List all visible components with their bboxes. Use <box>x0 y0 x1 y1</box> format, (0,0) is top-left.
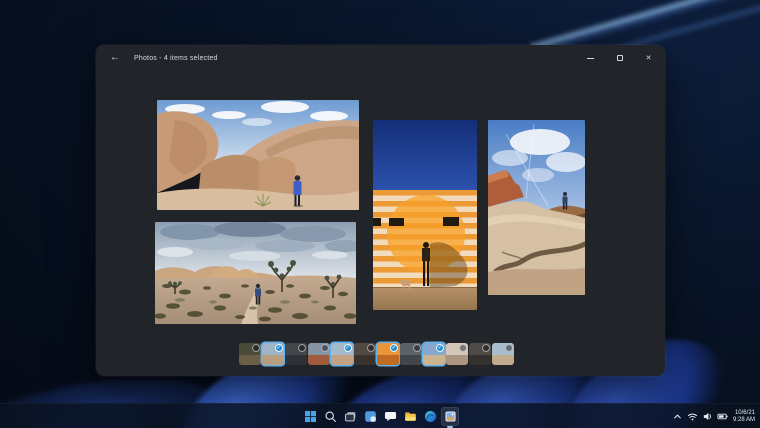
select-circle-icon[interactable] <box>298 344 306 352</box>
search-icon <box>324 410 337 423</box>
maximize-icon <box>617 55 623 61</box>
filmstrip-thumbnail-sky-and-sand[interactable] <box>492 343 514 365</box>
taskbar-widgets-button[interactable] <box>361 407 379 426</box>
taskbar-task-view-button[interactable] <box>341 407 359 426</box>
taskbar-start-button[interactable] <box>301 407 319 426</box>
select-circle-icon[interactable] <box>459 344 467 352</box>
select-circle-icon[interactable] <box>413 344 421 352</box>
chevron-up-icon <box>672 411 683 422</box>
taskbar-file-explorer-button[interactable] <box>401 407 419 426</box>
filmstrip-thumbnail-sandstone-wash[interactable]: ✓ <box>423 343 445 365</box>
maximize-button[interactable] <box>605 45 634 71</box>
minimize-icon <box>587 58 594 59</box>
sandstone-wash-image <box>488 120 585 295</box>
wifi-icon <box>687 411 698 422</box>
rock-formation-image <box>157 100 359 210</box>
selected-checkmark-icon[interactable]: ✓ <box>275 344 283 352</box>
filmstrip-thumbnail-dark-brown-rock[interactable] <box>354 343 376 365</box>
filmstrip-thumbnail-dark-grey-rock[interactable] <box>285 343 307 365</box>
filmstrip-thumbnail-orange-mural[interactable]: ✓ <box>377 343 399 365</box>
tray-battery-button[interactable] <box>717 407 728 426</box>
tray-wifi-button[interactable] <box>687 407 698 426</box>
select-circle-icon[interactable] <box>367 344 375 352</box>
file-explorer-icon <box>404 410 417 423</box>
taskbar-photos-button[interactable] <box>441 407 459 426</box>
tray-date: 10/6/21 <box>733 410 755 417</box>
filmstrip-thumbnail-grey-rock[interactable] <box>400 343 422 365</box>
close-icon: ✕ <box>646 55 652 62</box>
widgets-icon <box>364 410 377 423</box>
select-circle-icon[interactable] <box>482 344 490 352</box>
photo-orange-mural-wall[interactable] <box>373 120 477 310</box>
battery-icon <box>717 411 728 422</box>
taskbar-search-button[interactable] <box>321 407 339 426</box>
chat-icon <box>384 410 397 423</box>
tray-volume-button[interactable] <box>702 407 713 426</box>
back-button[interactable]: ← <box>103 48 127 68</box>
selected-checkmark-icon[interactable]: ✓ <box>390 344 398 352</box>
minimize-button[interactable] <box>576 45 605 71</box>
filmstrip: ✓ ✓ ✓ ✓ <box>239 341 514 367</box>
window-title: Photos - 4 items selected <box>134 55 218 62</box>
filmstrip-thumbnail-dark-rock[interactable] <box>469 343 491 365</box>
select-circle-icon[interactable] <box>505 344 513 352</box>
orange-mural-image <box>373 120 477 310</box>
joshua-desert-image <box>155 222 356 324</box>
task-view-icon <box>344 410 357 423</box>
close-button[interactable]: ✕ <box>634 45 663 71</box>
photo-joshua-tree-desert[interactable] <box>155 222 356 324</box>
taskbar-center <box>301 404 459 428</box>
tray-chevron-up-button[interactable] <box>672 407 683 426</box>
taskbar-clock[interactable]: 10/6/21 9:28 AM <box>732 410 756 424</box>
tray-time: 9:28 AM <box>733 417 755 424</box>
tray-icons <box>672 407 728 426</box>
desktop: ← Photos - 4 items selected ✕ <box>0 0 760 428</box>
filmstrip-thumbnail-joshua-tree-desert[interactable]: ✓ <box>331 343 353 365</box>
photos-app-window: ← Photos - 4 items selected ✕ <box>96 45 665 376</box>
photo-sandstone-wash-hiker[interactable] <box>488 120 585 295</box>
taskbar: 10/6/21 9:28 AM <box>0 403 760 428</box>
select-circle-icon[interactable] <box>321 344 329 352</box>
system-tray: 10/6/21 9:28 AM <box>672 404 756 428</box>
titlebar[interactable]: ← Photos - 4 items selected ✕ <box>96 45 665 71</box>
window-controls: ✕ <box>576 45 663 71</box>
volume-icon <box>702 411 713 422</box>
taskbar-chat-button[interactable] <box>381 407 399 426</box>
selected-checkmark-icon[interactable]: ✓ <box>344 344 352 352</box>
select-circle-icon[interactable] <box>252 344 260 352</box>
taskbar-edge-button[interactable] <box>421 407 439 426</box>
edge-icon <box>424 410 437 423</box>
start-icon <box>304 410 317 423</box>
selected-checkmark-icon[interactable]: ✓ <box>436 344 444 352</box>
filmstrip-thumbnail-light-sand[interactable] <box>446 343 468 365</box>
photos-icon <box>444 410 457 423</box>
photo-rock-formation-hiker[interactable] <box>157 100 359 210</box>
filmstrip-thumbnail-red-rock-desert[interactable] <box>308 343 330 365</box>
filmstrip-thumbnail-rock-formation[interactable]: ✓ <box>262 343 284 365</box>
filmstrip-thumbnail-dark-foliage[interactable] <box>239 343 261 365</box>
